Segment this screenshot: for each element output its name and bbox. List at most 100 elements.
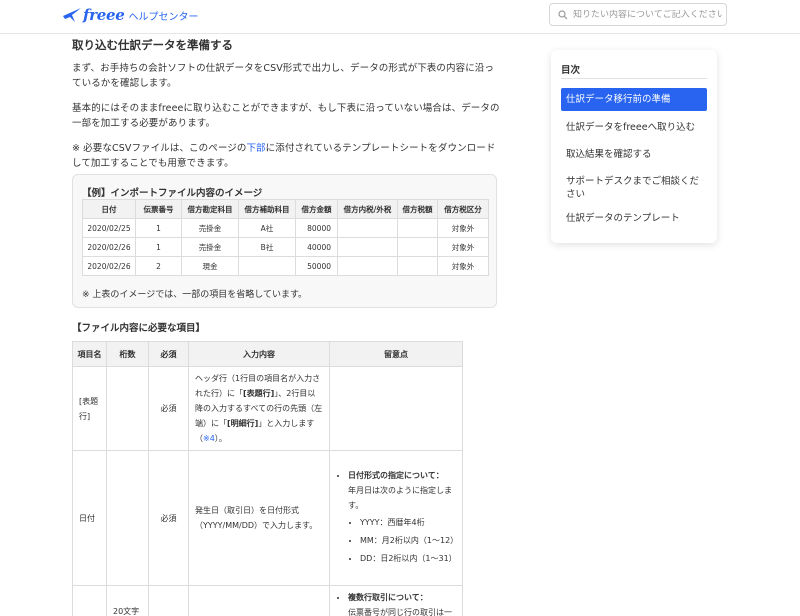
date-note-list: 日付形式の指定について： 年月日は次のように指定します。 YYYY：西暦年4桁 M… [336, 468, 458, 566]
table-cell [337, 237, 398, 257]
table-cell: 対象外 [437, 237, 489, 257]
table-row: 2020/02/26 2 現金 50000 対象外 [82, 256, 489, 276]
site-header: freee ヘルプセンター [0, 0, 800, 34]
table-cell [397, 256, 438, 276]
field-content-cell: 発生日（取引日）を日付形式（YYYY/MM/DD）で入力します。 [188, 450, 330, 586]
table-cell: 40000 [295, 237, 338, 257]
list-item: 複数行取引について： 伝票番号が同じ行の取引は一組の仕訳として認識します。 [348, 590, 456, 616]
multi-row-note-body: 伝票番号が同じ行の取引は一組の仕訳として認識します。 [348, 608, 452, 616]
table-cell: 対象外 [437, 218, 489, 238]
date-format-list: YYYY：西暦年4桁 MM：月2桁以内（1～12） DD：日2桁以内（1～31） [348, 515, 458, 566]
field-content-cell: ヘッダ行（1行目の項目名が入力された行）に「[表題行]」、2行目以降の入力するす… [188, 366, 330, 451]
fields-header-cell: 桁数 [106, 341, 149, 367]
field-content-cell [188, 585, 330, 616]
table-cell [337, 218, 398, 238]
freee-logo[interactable]: freee ヘルプセンター [62, 5, 199, 25]
example-header-cell: 借方税額 [397, 199, 438, 219]
detail-row-keyword: [明細行] [227, 419, 259, 428]
example-header-cell: 伝票番号 [135, 199, 182, 219]
field-note-cell: 複数行取引について： 伝票番号が同じ行の取引は一組の仕訳として認識します。 [329, 585, 463, 616]
toc-divider [561, 78, 707, 79]
date-note-body: 年月日は次のように指定します。 [348, 485, 452, 510]
list-item: DD：日2桁以内（1～31） [360, 551, 457, 566]
fields-header-cell: 入力内容 [188, 341, 330, 367]
field-digits-cell [106, 366, 149, 451]
table-cell: 1 [135, 218, 182, 238]
table-cell [397, 218, 438, 238]
table-cell: 現金 [181, 256, 239, 276]
field-name-cell: 伝票 [72, 585, 107, 616]
table-of-contents: 目次 仕訳データ移行前の準備 仕訳データをfreeeへ取り込む 取込結果を確認す… [551, 50, 717, 243]
table-row: 日付 必須 発生日（取引日）を日付形式（YYYY/MM/DD）で入力します。 日… [72, 450, 463, 586]
brand-subtitle: ヘルプセンター [128, 11, 199, 23]
header-row-keyword: [表題行] [243, 389, 275, 398]
field-note-cell [329, 366, 463, 451]
toc-item-import[interactable]: 仕訳データをfreeeへ取り込む [561, 116, 707, 139]
search-box[interactable] [549, 3, 727, 26]
article-body: 取り込む仕訳データを準備する まず、お手持ちの会計ソフトの仕訳データをCSV形式… [72, 37, 502, 181]
example-header-cell: 借方勘定科目 [181, 199, 239, 219]
article-title: 取り込む仕訳データを準備する [72, 38, 233, 52]
fields-header-cell: 留意点 [329, 341, 463, 367]
field-digits-cell [106, 450, 149, 586]
field-note-cell: 日付形式の指定について： 年月日は次のように指定します。 YYYY：西暦年4桁 M… [329, 450, 463, 586]
table-row: 2020/02/26 1 売掛金 B社 40000 対象外 [82, 237, 489, 257]
template-paragraph: ※ 必要なCSVファイルは、このページの下部に添付されているテンプレートシートを… [72, 141, 502, 171]
list-item: YYYY：西暦年4桁 [360, 515, 456, 530]
example-header-row: 日付 伝票番号 借方勘定科目 借方補助科目 借方金額 借方内税/外税 借方税額 … [82, 199, 489, 219]
table-cell [238, 256, 296, 276]
content-text: ）。 [214, 434, 227, 443]
freee-bird-icon [63, 8, 81, 22]
multi-row-note-title: 複数行取引について： [348, 593, 428, 602]
example-header-cell: 借方補助科目 [238, 199, 296, 219]
fields-section-title: 【ファイル内容に必要な項目】 [72, 323, 206, 334]
list-item: MM：月2桁以内（1～12） [360, 533, 458, 548]
list-item: 日付形式の指定について： 年月日は次のように指定します。 YYYY：西暦年4桁 M… [348, 468, 458, 566]
table-cell: 売掛金 [181, 237, 239, 257]
date-note-title: 日付形式の指定について： [348, 470, 444, 480]
table-cell [337, 256, 398, 276]
table-cell: 2020/02/25 [82, 218, 136, 238]
table-cell: A社 [238, 218, 296, 238]
toc-item-support[interactable]: サポートデスクまでご相談ください [561, 170, 707, 206]
note-4-link[interactable]: ※4 [203, 434, 215, 443]
table-cell: 2020/02/26 [82, 237, 136, 257]
toc-item-check-results[interactable]: 取込結果を確認する [561, 143, 707, 166]
table-cell: 1 [135, 237, 182, 257]
toc-title: 目次 [561, 65, 581, 76]
field-required-cell: 必須 [148, 450, 189, 586]
table-cell: B社 [238, 237, 296, 257]
template-text-before: ※ 必要なCSVファイルは、このページの [72, 143, 247, 154]
toc-item-preparation[interactable]: 仕訳データ移行前の準備 [561, 88, 707, 111]
example-header-cell: 借方内税/外税 [337, 199, 398, 219]
multi-row-note-list: 複数行取引について： 伝票番号が同じ行の取引は一組の仕訳として認識します。 [336, 590, 456, 616]
field-required-cell [148, 585, 189, 616]
table-row: 伝票 20文字以内 複数行取引について： 伝票番号が同じ行の取引は一組の仕訳として… [72, 585, 463, 616]
table-cell: 売掛金 [181, 218, 239, 238]
table-cell: 50000 [295, 256, 338, 276]
table-cell [397, 237, 438, 257]
bottom-link[interactable]: 下部 [246, 143, 265, 154]
search-input[interactable] [573, 9, 723, 20]
intro-paragraph: まず、お手持ちの会計ソフトの仕訳データをCSV形式で出力し、データの形式が下表の… [72, 63, 494, 89]
table-cell: 対象外 [437, 256, 489, 276]
example-table: 日付 伝票番号 借方勘定科目 借方補助科目 借方金額 借方内税/外税 借方税額 … [82, 199, 489, 276]
table-cell: 2 [135, 256, 182, 276]
table-row: 2020/02/25 1 売掛金 A社 80000 対象外 [82, 218, 489, 238]
brand-name: freee [83, 6, 125, 24]
toc-item-template[interactable]: 仕訳データのテンプレート [561, 207, 707, 230]
table-cell: 80000 [295, 218, 338, 238]
format-paragraph: 基本的にはそのままfreeeに取り込むことができますが、もし下表に沿っていない場… [72, 103, 500, 129]
table-cell: 2020/02/26 [82, 256, 136, 276]
field-digits-cell: 20文字以内 [106, 585, 149, 616]
example-header-cell: 借方税区分 [437, 199, 489, 219]
example-header-cell: 借方金額 [295, 199, 338, 219]
fields-table: 項目名 桁数 必須 入力内容 留意点 [表題行] 必須 ヘッダ行（1行目の項目名… [72, 341, 463, 616]
import-example-box: 【例】インポートファイル内容のイメージ 日付 伝票番号 借方勘定科目 借方補助科… [72, 174, 497, 308]
field-name-cell: 日付 [72, 450, 107, 586]
example-title: 【例】インポートファイル内容のイメージ [82, 188, 263, 199]
field-required-cell: 必須 [148, 366, 189, 451]
example-header-cell: 日付 [82, 199, 136, 219]
search-icon [558, 9, 568, 19]
table-row: [表題行] 必須 ヘッダ行（1行目の項目名が入力された行）に「[表題行]」、2行… [72, 366, 463, 451]
